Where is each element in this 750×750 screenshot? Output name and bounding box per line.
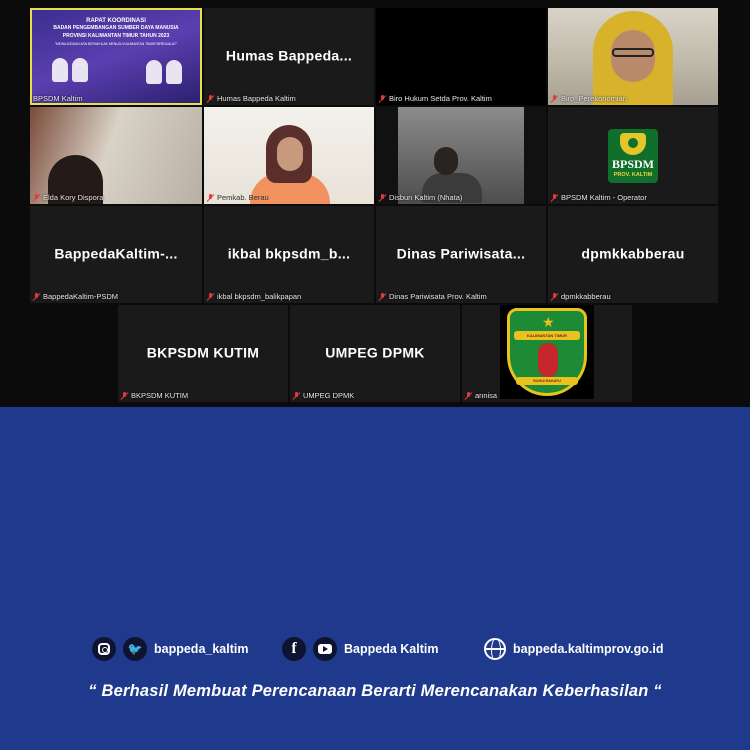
mic-muted-icon (207, 94, 214, 103)
website-group: bappeda.kaltimprov.go.id (484, 635, 663, 663)
slide-subtitle-2: PROVINSI KALIMANTAN TIMUR TAHUN 2023 (62, 33, 170, 39)
mic-muted-icon (379, 94, 386, 103)
participant-name: Elda Kory Dispora (33, 193, 103, 202)
speaker-photo (52, 58, 68, 82)
mic-muted-icon (551, 292, 558, 301)
instagram-twitter-group: 🐦 bappeda_kaltim (92, 635, 248, 663)
video-meeting-grid: RAPAT KOORDINASI BADAN PENGEMBANGAN SUMB… (0, 0, 750, 407)
slide-theme: "MEWUJUDKAN ASN BERAKHLAK MENUJU KALIMAN… (54, 42, 178, 46)
participant-name: Pemkab. Berau (207, 193, 269, 202)
participant-tile-pemkab-berau[interactable]: Pemkab. Berau (204, 107, 374, 204)
star-icon: ★ (542, 314, 555, 330)
participant-tile-biro-hukum[interactable]: Biro Hukum Setda Prov. Kaltim (376, 8, 546, 105)
youtube-icon[interactable] (313, 637, 337, 661)
participant-name: dpmkkabberau (551, 292, 611, 301)
participant-display-name: BKPSDM KUTIM (146, 343, 260, 360)
participant-tile-dpmkkabberau[interactable]: dpmkkabberau dpmkkabberau (548, 206, 718, 303)
participant-tile-biro-perekonomian[interactable]: Biro_Perekonomian (548, 8, 718, 105)
participant-video (398, 107, 524, 204)
participant-name: annisa (465, 391, 497, 400)
participant-display-name: UMPEG DPMK (325, 343, 425, 360)
speaker-photo (72, 58, 88, 82)
participant-tile-umpeg-dpmk[interactable]: UMPEG DPMK UMPEG DPMK (290, 305, 460, 402)
mic-muted-icon (33, 193, 40, 202)
mic-muted-icon (207, 193, 214, 202)
participant-tile-humas-bappeda[interactable]: Humas Bappeda... Humas Bappeda Kaltim (204, 8, 374, 105)
mic-muted-icon (465, 391, 472, 400)
participant-name: ikbal bkpsdm_balikpapan (207, 292, 301, 301)
participant-tile-bappedakaltim-psdm[interactable]: BappedaKaltim-... BappedaKaltim-PSDM (30, 206, 202, 303)
participant-tile-dinas-pariwisata[interactable]: Dinas Pariwisata... Dinas Pariwisata Pro… (376, 206, 546, 303)
slide-subtitle: BADAN PENGEMBANGAN SUMBER DAYA MANUSIA (53, 25, 179, 31)
mic-muted-icon (551, 94, 558, 103)
speaker-photo (146, 60, 162, 84)
participant-name: UMPEG DPMK (293, 391, 354, 400)
mic-muted-icon (379, 292, 386, 301)
participant-tile-disbun-kaltim[interactable]: Disbun Kaltim (Nhata) (376, 107, 546, 204)
participant-name: Biro Hukum Setda Prov. Kaltim (379, 94, 492, 103)
participant-name: Biro_Perekonomian (551, 94, 627, 103)
participant-name: BPSDM Kaltim (33, 94, 83, 103)
mic-muted-icon (33, 292, 40, 301)
twitter-handle[interactable]: bappeda_kaltim (154, 642, 248, 656)
globe-icon (484, 638, 506, 660)
participant-name: BappedaKaltim-PSDM (33, 292, 118, 301)
participant-name: BKPSDM KUTIM (121, 391, 188, 400)
participant-tile-ikbal-bkpsdm[interactable]: ikbal bkpsdm_b... ikbal bkpsdm_balikpapa… (204, 206, 374, 303)
instagram-icon[interactable] (92, 637, 116, 661)
facebook-icon[interactable]: f (282, 637, 306, 661)
participant-display-name: dpmkkabberau (581, 244, 685, 261)
tagline: “ Berhasil Membuat Perencanaan Berarti M… (88, 682, 662, 700)
participant-display-name: Dinas Pariwisata... (396, 244, 526, 261)
kaltim-emblem: ★ KALIMANTAN TIMUR RUHUI RAHAYU (500, 305, 594, 399)
participant-tile-bpsdm-operator[interactable]: BPSDM PROV. KALTIM BPSDM Kaltim - Operat… (548, 107, 718, 204)
mic-muted-icon (551, 193, 558, 202)
participant-display-name: BappedaKaltim-... (54, 244, 178, 261)
mic-muted-icon (121, 391, 128, 400)
shield-icon (620, 133, 646, 155)
participant-name: Humas Bappeda Kaltim (207, 94, 296, 103)
participant-name: Dinas Pariwisata Prov. Kaltim (379, 292, 487, 301)
twitter-icon[interactable]: 🐦 (123, 637, 147, 661)
youtube-channel[interactable]: Bappeda Kaltim (344, 642, 438, 656)
mic-muted-icon (379, 193, 386, 202)
speaker-photo (166, 60, 182, 84)
website-link[interactable]: bappeda.kaltimprov.go.id (513, 642, 663, 656)
bpsdm-logo: BPSDM PROV. KALTIM (608, 129, 658, 183)
mic-muted-icon (207, 292, 214, 301)
post-canvas: RAPAT KOORDINASI BADAN PENGEMBANGAN SUMB… (0, 0, 750, 750)
participant-tile-elda-kory[interactable]: Elda Kory Dispora (30, 107, 202, 204)
facebook-youtube-group: f Bappeda Kaltim (282, 635, 438, 663)
slide-title: RAPAT KOORDINASI (86, 18, 146, 24)
mic-muted-icon (293, 391, 300, 400)
participant-display-name: Humas Bappeda... (225, 46, 353, 63)
participant-name: BPSDM Kaltim - Operator (551, 193, 647, 202)
participant-display-name: ikbal bkpsdm_b... (227, 244, 351, 261)
participant-name: Disbun Kaltim (Nhata) (379, 193, 462, 202)
participant-tile-bkpsdm-kutim[interactable]: BKPSDM KUTIM BKPSDM KUTIM (118, 305, 288, 402)
participant-tile-bpsdm-kaltim[interactable]: RAPAT KOORDINASI BADAN PENGEMBANGAN SUMB… (30, 8, 202, 105)
participant-tile-annisa[interactable]: ★ KALIMANTAN TIMUR RUHUI RAHAYU annisa (462, 305, 632, 402)
